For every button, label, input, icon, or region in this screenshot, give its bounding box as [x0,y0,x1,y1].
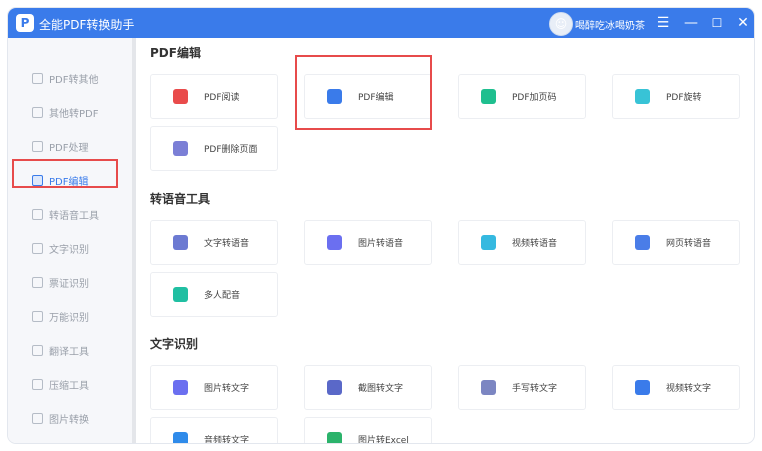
sidebar-item-7[interactable]: 万能识别 [12,302,124,330]
tool-card[interactable]: PDF加页码 [458,74,586,119]
sidebar-item-11[interactable]: 校对对照 [12,438,124,443]
user-avatar[interactable]: ☺ [549,12,573,36]
tool-card-label: 文字转语音 [204,239,250,249]
sidebar-item-label: 其他转PDF [49,108,99,120]
image-to-excel-icon [327,432,342,443]
tool-card[interactable]: PDF删除页面 [150,126,278,171]
screenshot-to-text-icon [327,380,342,395]
handwriting-to-text-icon [481,380,496,395]
app-title: 全能PDF转换助手 [39,18,135,32]
file-export-icon [32,72,43,84]
image-convert-icon [32,412,43,424]
sidebar-item-label: PDF转其他 [49,74,99,86]
sidebar-item-label: 翻译工具 [49,346,89,358]
tool-card[interactable]: 音频转文字 [150,417,278,443]
multi-voice-icon [173,287,188,302]
sidebar-item-10[interactable]: 图片转换 [12,404,124,432]
tool-card[interactable]: PDF旋转 [612,74,740,119]
sidebar-item-6[interactable]: 票证识别 [12,268,124,296]
tool-card-label: PDF加页码 [512,93,557,103]
sidebar-item-1[interactable]: 其他转PDF [12,98,124,126]
video-to-speech-icon [481,235,496,250]
tool-card-label: 截图转文字 [358,384,404,394]
translate-icon [32,344,43,356]
tool-card-label: 手写转文字 [512,384,558,394]
sidebar-item-label: 万能识别 [49,312,89,324]
sidebar-item-label: 票证识别 [49,278,89,290]
tool-card-label: 视频转语音 [512,239,558,249]
tool-card[interactable]: 视频转文字 [612,365,740,410]
section-title: 转语音工具 [150,192,211,206]
sidebar-item-label: 文字识别 [49,244,89,256]
speech-icon [32,208,43,220]
tool-card[interactable]: 图片转语音 [304,220,432,265]
image-to-speech-icon [327,235,342,250]
title-bar: P 全能PDF转换助手 ☺ 喝醉吃冰喝奶茶 ☰ — ☐ ✕ [8,8,754,38]
sidebar-active-highlight [12,159,118,188]
tool-card-label: 图片转Excel [358,436,409,443]
scan-icon [32,310,43,322]
file-import-icon [32,106,43,118]
rotate-icon [635,89,650,104]
sidebar: PDF转其他 其他转PDF PDF处理 PDF编辑 转语音工具 文字识别 票证识别 万能识别翻… [8,38,134,443]
tool-card[interactable]: 截图转文字 [304,365,432,410]
tool-card-label: PDF旋转 [666,93,702,103]
app-logo-icon: P [16,14,34,32]
section-title: 文字识别 [150,337,199,351]
sidebar-item-label: 转语音工具 [49,210,99,222]
page-number-icon [481,89,496,104]
close-icon[interactable]: ✕ [733,13,753,33]
sidebar-item-5[interactable]: 文字识别 [12,234,124,262]
tool-card-label: PDF删除页面 [204,145,258,155]
tool-card[interactable]: PDF阅读 [150,74,278,119]
pdf-read-icon [173,89,188,104]
tool-card-label: 音频转文字 [204,436,250,443]
web-to-speech-icon [635,235,650,250]
tool-card[interactable]: 网页转语音 [612,220,740,265]
audio-to-text-icon [173,432,188,443]
menu-icon[interactable]: ☰ [653,13,673,33]
tool-card-label: 网页转语音 [666,239,712,249]
main-panel: PDF编辑 PDF阅读 PDF编辑 PDF加页码 PDF旋转 PDF删除页面 转语音工具 文字… [136,38,754,443]
tool-card[interactable]: 图片转Excel [304,417,432,443]
tool-card[interactable]: 视频转语音 [458,220,586,265]
sidebar-item-4[interactable]: 转语音工具 [12,200,124,228]
sidebar-item-9[interactable]: 压缩工具 [12,370,124,398]
sidebar-item-8[interactable]: 翻译工具 [12,336,124,364]
tool-card-label: PDF阅读 [204,93,240,103]
pdf-edit-card-highlight [295,55,432,130]
section-title: PDF编辑 [150,46,201,60]
minimize-icon[interactable]: — [681,13,701,33]
image-to-text-icon [173,380,188,395]
tool-card[interactable]: 图片转文字 [150,365,278,410]
sidebar-item-0[interactable]: PDF转其他 [12,64,124,92]
pdf-process-icon [32,140,43,152]
sidebar-item-label: PDF处理 [49,142,89,154]
tool-card[interactable]: 手写转文字 [458,365,586,410]
maximize-icon[interactable]: ☐ [707,13,727,33]
sidebar-item-label: 压缩工具 [49,380,89,392]
video-to-text-icon [635,380,650,395]
sidebar-item-2[interactable]: PDF处理 [12,132,124,160]
tool-card-label: 视频转文字 [666,384,712,394]
delete-page-icon [173,141,188,156]
text-to-speech-icon [173,235,188,250]
user-name[interactable]: 喝醉吃冰喝奶茶 [575,17,645,32]
tool-card[interactable]: 文字转语音 [150,220,278,265]
tool-card[interactable]: 多人配音 [150,272,278,317]
compress-icon [32,378,43,390]
sidebar-item-label: 图片转换 [49,414,89,426]
tool-card-label: 图片转语音 [358,239,404,249]
ocr-icon [32,242,43,254]
tool-card-label: 图片转文字 [204,384,250,394]
tool-card-label: 多人配音 [204,291,241,301]
ticket-icon [32,276,43,288]
